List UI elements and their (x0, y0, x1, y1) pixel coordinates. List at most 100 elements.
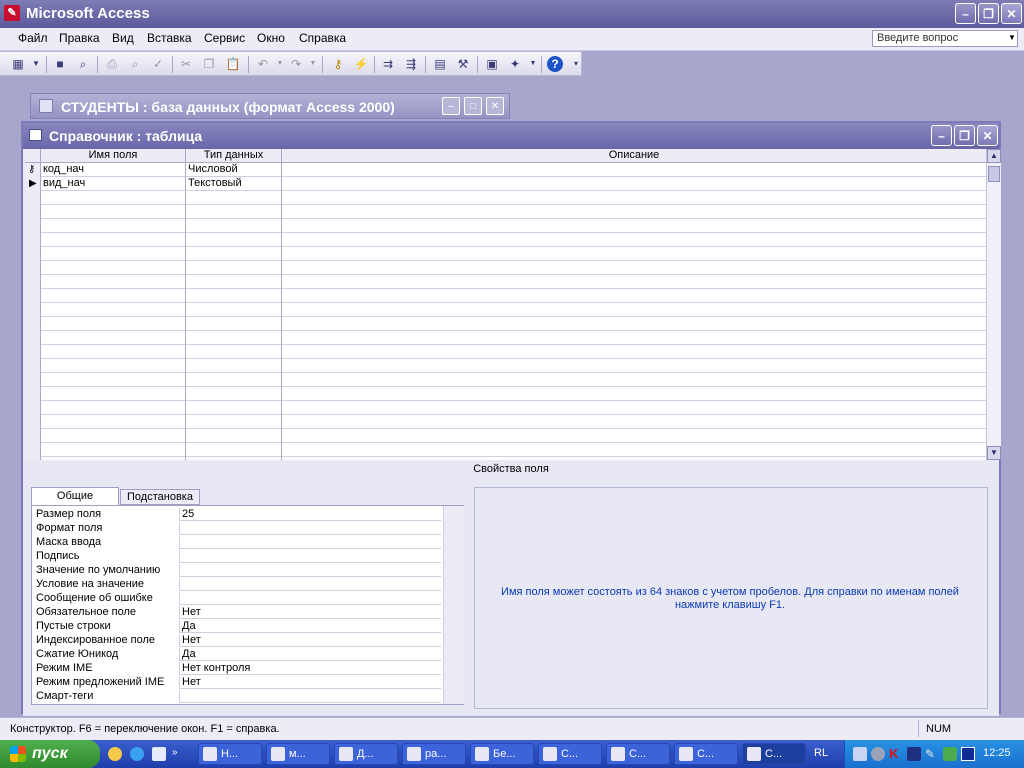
property-label: Индексированное поле (36, 634, 155, 646)
tray-icon[interactable] (943, 747, 957, 761)
save-icon[interactable]: ■ (52, 56, 68, 72)
db-close-button[interactable]: ✕ (486, 97, 504, 115)
redo-icon[interactable]: ↷ (288, 56, 304, 72)
minimize-button[interactable]: – (955, 3, 976, 24)
data-type-cell[interactable]: Числовой (188, 163, 238, 176)
table-close-button[interactable]: ✕ (977, 125, 998, 146)
taskbar-task[interactable]: С... (606, 743, 670, 765)
cut-icon[interactable]: ✂ (178, 56, 194, 72)
property-value[interactable] (179, 522, 441, 535)
ask-question-input[interactable]: Введите вопрос (872, 30, 1018, 47)
db-maximize-button[interactable]: □ (464, 97, 482, 115)
taskbar-task[interactable]: С... (674, 743, 738, 765)
column-header-description[interactable]: Описание (282, 149, 986, 163)
vertical-scrollbar[interactable]: ▲ ▼ (986, 149, 1001, 460)
tab-lookup[interactable]: Подстановка (120, 489, 200, 505)
property-value[interactable]: Нет (179, 606, 441, 619)
property-value[interactable]: Нет (179, 676, 441, 689)
field-name-cell[interactable]: код_нач (43, 163, 84, 176)
taskbar-task[interactable]: С... (538, 743, 602, 765)
properties-icon[interactable]: ▤ (432, 56, 448, 72)
antivirus-icon[interactable]: K (889, 747, 903, 761)
scroll-up-icon[interactable]: ▲ (987, 149, 1001, 163)
primary-key-icon[interactable]: ⚷ (330, 56, 346, 72)
tray-icon[interactable] (871, 747, 885, 761)
chevron-down-icon[interactable]: ▼ (525, 56, 541, 72)
paste-icon[interactable]: 📋 (225, 56, 241, 72)
table-window-titlebar[interactable]: Справочник : таблица – ❐ ✕ (23, 123, 999, 149)
chevron-right-icon[interactable]: » (172, 747, 178, 758)
chevron-down-icon[interactable]: ▼ (305, 56, 321, 72)
property-value[interactable] (179, 564, 441, 577)
menu-tools[interactable]: Сервис (204, 31, 245, 45)
taskbar-task[interactable]: Д... (334, 743, 398, 765)
tray-icon[interactable] (853, 747, 867, 761)
toolbar-options-icon[interactable]: ▾ (568, 56, 584, 72)
indexes-icon[interactable]: ⚡ (353, 56, 369, 72)
scroll-down-icon[interactable]: ▼ (987, 446, 1001, 460)
help-icon[interactable]: ? (547, 56, 563, 72)
search-icon[interactable]: ⌕ (75, 56, 91, 72)
table-restore-button[interactable]: ❐ (954, 125, 975, 146)
field-name-cell[interactable]: вид_нач (43, 177, 85, 190)
view-icon[interactable]: ▦ (10, 56, 26, 72)
property-value[interactable]: Да (179, 648, 441, 661)
tray-icon[interactable] (961, 747, 975, 761)
undo-icon[interactable]: ↶ (255, 56, 271, 72)
access-app-icon[interactable]: ✎ (4, 5, 20, 21)
property-value[interactable] (179, 536, 441, 549)
property-label: Обязательное поле (36, 606, 137, 618)
chevron-down-icon[interactable]: ▼ (272, 56, 288, 72)
property-value[interactable] (179, 690, 441, 703)
property-value[interactable] (179, 592, 441, 605)
database-window-icon[interactable]: ▣ (484, 56, 500, 72)
print-preview-icon[interactable]: ⌕ (127, 56, 143, 72)
close-button[interactable]: ✕ (1001, 3, 1022, 24)
menu-view[interactable]: Вид (112, 31, 134, 45)
property-value[interactable] (179, 578, 441, 591)
print-icon[interactable]: ⎙ (104, 56, 120, 72)
property-value[interactable]: Нет (179, 634, 441, 647)
start-button[interactable]: пуск (0, 740, 100, 768)
spelling-icon[interactable]: ✓ (150, 56, 166, 72)
restore-button[interactable]: ❐ (978, 3, 999, 24)
column-header-field-name[interactable]: Имя поля (41, 149, 186, 163)
properties-scrollbar[interactable] (443, 506, 464, 704)
scroll-thumb[interactable] (988, 166, 1000, 182)
tray-icon[interactable]: ✎ (925, 747, 939, 761)
menu-insert[interactable]: Вставка (147, 31, 192, 45)
build-icon[interactable]: ⚒ (455, 56, 471, 72)
property-value[interactable] (179, 550, 441, 563)
insert-rows-icon[interactable]: ⇉ (380, 56, 396, 72)
property-value[interactable]: 25 (179, 508, 441, 521)
taskbar-task[interactable]: Н... (198, 743, 262, 765)
property-value[interactable]: Да (179, 620, 441, 633)
menu-edit[interactable]: Правка (59, 31, 100, 45)
word-icon[interactable] (152, 747, 166, 761)
delete-rows-icon[interactable]: ⇶ (403, 56, 419, 72)
taskbar-task[interactable]: Бе... (470, 743, 534, 765)
db-minimize-button[interactable]: – (442, 97, 460, 115)
taskbar-task[interactable]: ра... (402, 743, 466, 765)
chevron-down-icon[interactable]: ▼ (28, 56, 44, 72)
table-minimize-button[interactable]: – (931, 125, 952, 146)
language-indicator[interactable]: RL (814, 747, 828, 759)
database-window-titlebar[interactable]: СТУДЕНТЫ : база данных (формат Access 20… (30, 93, 510, 119)
quicklaunch-icon[interactable] (108, 747, 122, 761)
taskbar-task-active[interactable]: С... (742, 743, 806, 765)
menu-help[interactable]: Справка (299, 31, 346, 45)
data-type-cell[interactable]: Текстовый (188, 177, 242, 190)
column-header-data-type[interactable]: Тип данных (186, 149, 282, 163)
system-tray: K ✎ 12:25 (844, 740, 1024, 768)
menu-window[interactable]: Окно (257, 31, 285, 45)
tray-icon[interactable] (907, 747, 921, 761)
internet-explorer-icon[interactable] (130, 747, 144, 761)
copy-icon[interactable]: ❐ (201, 56, 217, 72)
menu-file[interactable]: Файл (18, 31, 48, 45)
row-selector-header (25, 149, 41, 163)
tab-general[interactable]: Общие (31, 487, 119, 505)
chevron-down-icon[interactable]: ▼ (1008, 33, 1016, 42)
property-value[interactable]: Нет контроля (179, 662, 441, 675)
taskbar-task[interactable]: м... (266, 743, 330, 765)
new-object-icon[interactable]: ✦ (507, 56, 523, 72)
